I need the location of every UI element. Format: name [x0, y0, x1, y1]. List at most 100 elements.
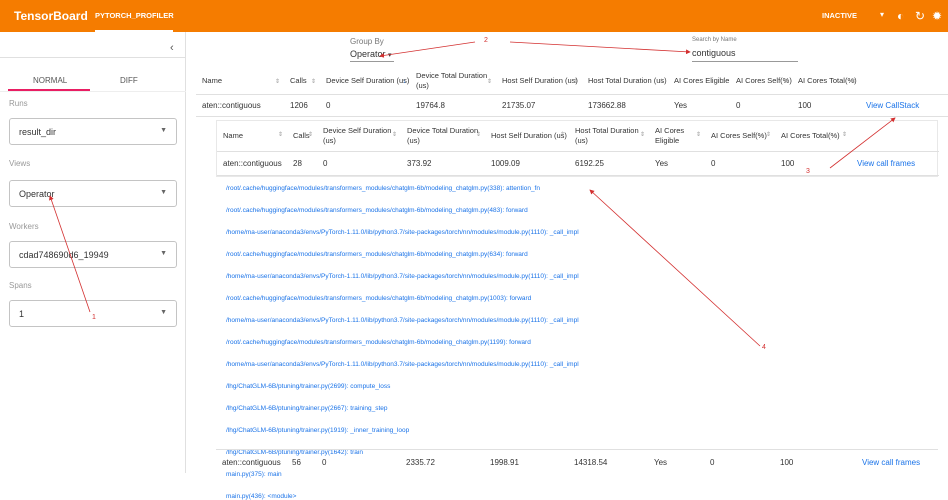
- column-header[interactable]: AI Cores Total(%) ⇕: [775, 121, 851, 152]
- cell-name: aten::contiguous: [196, 94, 284, 117]
- runs-select[interactable]: result_dir ▼: [9, 118, 177, 145]
- sort-icon[interactable]: ⇕: [311, 77, 316, 87]
- sidebar: ‹ NORMAL DIFF Runs result_dir ▼ Views Op…: [0, 32, 186, 473]
- sort-icon[interactable]: ⇕: [696, 130, 701, 140]
- column-header[interactable]: AI Cores Total(%) ⇕: [792, 68, 860, 95]
- sort-icon[interactable]: ⇕: [560, 130, 565, 140]
- view-call-frames-link[interactable]: View call frames: [862, 458, 920, 467]
- cell-eligible: Yes: [654, 458, 668, 467]
- chevron-down-icon: ▼: [160, 250, 167, 257]
- views-select[interactable]: Operator ▼: [9, 180, 177, 207]
- view-call-frames-link[interactable]: View call frames: [857, 159, 915, 168]
- call-frame-link[interactable]: /lhg/ChatGLM-6B/ptuning/trainer.py(2699)…: [226, 383, 390, 390]
- sort-icon[interactable]: ⇕: [275, 77, 280, 87]
- tab-diff[interactable]: DIFF: [120, 76, 138, 85]
- settings-icon[interactable]: ✹: [932, 9, 942, 23]
- sort-icon[interactable]: ⇕: [766, 130, 771, 140]
- divider: [0, 91, 186, 92]
- sort-desc-icon[interactable]: ↓: [403, 77, 406, 87]
- tab-normal[interactable]: NORMAL: [33, 76, 67, 85]
- views-value: Operator: [19, 189, 55, 199]
- app-brand: TensorBoard: [14, 9, 88, 23]
- column-header[interactable]: AI Cores Eligible ⇕: [649, 121, 705, 152]
- chevron-left-icon[interactable]: ‹: [170, 42, 174, 54]
- call-frame-link[interactable]: /lhg/ChatGLM-6B/ptuning/trainer.py(2667)…: [226, 405, 388, 412]
- call-frame-link[interactable]: /home/ma-user/anaconda3/envs/PyTorch-1.1…: [226, 317, 579, 324]
- cell-self-pct: 0: [710, 458, 715, 467]
- cell-host-self: 21735.07: [496, 94, 582, 117]
- table-header-row: Name ⇕ Calls ⇕ Device Self Duration (us) ⇕ …: [217, 121, 939, 152]
- column-header[interactable]: Name ⇕: [217, 121, 287, 152]
- column-header[interactable]: Host Total Duration (us) ⇕: [582, 68, 668, 95]
- cell-device-total: 19764.8: [410, 94, 496, 117]
- cell-host-total: 173662.88: [582, 94, 668, 117]
- cell-host-total: 6192.25: [569, 151, 649, 176]
- call-frame-link[interactable]: /home/ma-user/anaconda3/envs/PyTorch-1.1…: [226, 273, 579, 280]
- sort-icon[interactable]: ⇕: [278, 130, 283, 140]
- tab-pytorch-profiler[interactable]: PYTORCH_PROFILER: [95, 0, 174, 32]
- sort-icon[interactable]: ⇕: [783, 77, 788, 87]
- view-callstack-link[interactable]: View CallStack: [866, 101, 919, 110]
- annotation-number: 1: [92, 314, 96, 321]
- call-frame-link[interactable]: /root/.cache/huggingface/modules/transfo…: [226, 207, 528, 214]
- column-header[interactable]: Device Total Duration (us) ⇕: [401, 121, 485, 152]
- group-by-select[interactable]: Operator ▾: [350, 49, 392, 59]
- cell-name: aten::contiguous: [222, 458, 281, 467]
- chevron-down-icon: ▼: [160, 189, 167, 196]
- call-frame-link[interactable]: /lhg/ChatGLM-6B/ptuning/trainer.py(1919)…: [226, 427, 409, 434]
- table-row[interactable]: aten::contiguous 1206 0 19764.8 21735.07…: [196, 94, 948, 117]
- column-header[interactable]: Device Self Duration (us) ↓: [320, 68, 410, 95]
- call-frame-link[interactable]: /root/.cache/huggingface/modules/transfo…: [226, 185, 540, 192]
- sort-icon[interactable]: ⇕: [476, 130, 481, 140]
- sort-icon[interactable]: ⇕: [640, 130, 645, 140]
- column-header[interactable]: Host Self Duration (us) ⇕: [485, 121, 569, 152]
- call-frame-link[interactable]: /root/.cache/huggingface/modules/transfo…: [226, 339, 531, 346]
- workers-label: Workers: [9, 222, 39, 231]
- column-header[interactable]: Calls ⇕: [284, 68, 320, 95]
- column-header[interactable]: AI Cores Self(%) ⇕: [705, 121, 775, 152]
- call-frame-link[interactable]: main.py(436): <module>: [226, 493, 296, 500]
- call-frame-link[interactable]: /home/ma-user/anaconda3/envs/PyTorch-1.1…: [226, 229, 579, 236]
- cell-host-self: 1998.91: [490, 458, 519, 467]
- column-header[interactable]: Name ⇕: [196, 68, 284, 95]
- column-header[interactable]: Calls ⇕: [287, 121, 317, 152]
- column-header[interactable]: Device Total Duration (us) ⇕: [410, 68, 496, 95]
- sort-icon[interactable]: ⇕: [308, 130, 313, 140]
- theme-toggle-icon[interactable]: ◐: [897, 9, 904, 23]
- group-by-underline: [350, 61, 394, 62]
- sort-icon[interactable]: ⇕: [487, 77, 492, 87]
- spans-label: Spans: [9, 281, 32, 290]
- sort-icon[interactable]: ⇕: [573, 77, 578, 87]
- plugin-status-select[interactable]: INACTIVE: [822, 11, 857, 20]
- refresh-icon[interactable]: ↻: [915, 9, 925, 23]
- column-header[interactable]: Device Self Duration (us) ⇕: [317, 121, 401, 152]
- cell-device-self: 0: [320, 94, 410, 117]
- views-label: Views: [9, 159, 31, 168]
- cell-host-self: 1009.09: [485, 151, 569, 176]
- column-header[interactable]: Host Self Duration (us) ⇕: [496, 68, 582, 95]
- column-header[interactable]: AI Cores Self(%) ⇕: [730, 68, 792, 95]
- table-row[interactable]: aten::contiguous 56 0 2335.72 1998.91 14…: [216, 449, 938, 473]
- sort-icon[interactable]: ⇕: [842, 130, 847, 140]
- table-row[interactable]: aten::contiguous 28 0 373.92 1009.09 619…: [217, 151, 939, 176]
- dropdown-caret-icon[interactable]: ▾: [880, 10, 884, 19]
- workers-value: cdad748690d6_19949: [19, 250, 109, 260]
- cell-total-pct: 100: [780, 458, 794, 467]
- workers-select[interactable]: cdad748690d6_19949 ▼: [9, 241, 177, 268]
- column-header[interactable]: AI Cores Eligible ⇕: [668, 68, 730, 95]
- cell-device-self: 0: [322, 458, 327, 467]
- cell-device-total: 373.92: [401, 151, 485, 176]
- sort-icon[interactable]: ⇕: [721, 77, 726, 87]
- search-input[interactable]: contiguous: [692, 48, 736, 58]
- cell-device-self: 0: [317, 151, 401, 176]
- sort-icon[interactable]: ⇕: [392, 130, 397, 140]
- cell-total-pct: 100: [792, 94, 860, 117]
- call-frame-link[interactable]: /root/.cache/huggingface/modules/transfo…: [226, 251, 528, 258]
- sort-icon[interactable]: ⇕: [851, 77, 856, 87]
- call-frame-link[interactable]: /root/.cache/huggingface/modules/transfo…: [226, 295, 531, 302]
- call-frame-link[interactable]: /home/ma-user/anaconda3/envs/PyTorch-1.1…: [226, 361, 579, 368]
- callstack-table: Name ⇕ Calls ⇕ Device Self Duration (us) ⇕ …: [217, 121, 939, 176]
- column-header[interactable]: Host Total Duration (us) ⇕: [569, 121, 649, 152]
- search-underline: [692, 61, 798, 62]
- sort-icon[interactable]: ⇕: [659, 77, 664, 87]
